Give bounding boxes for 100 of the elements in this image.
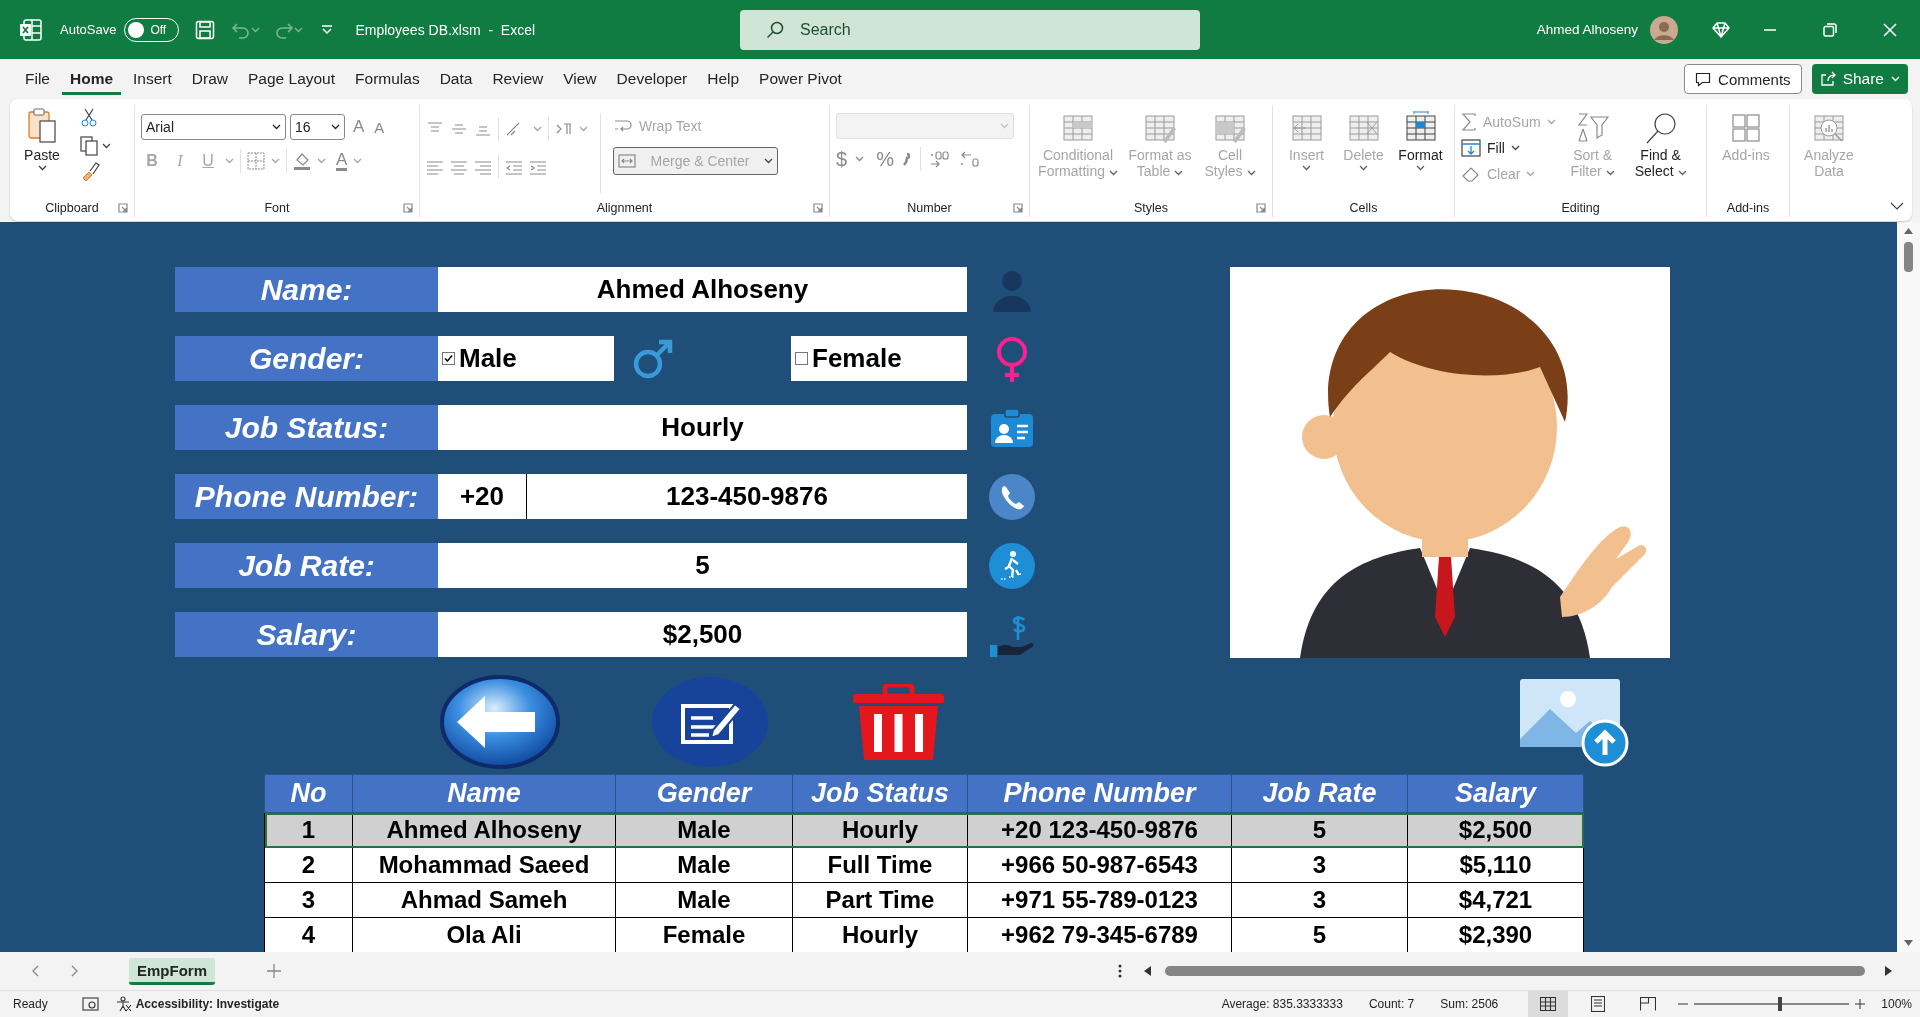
chevron-down-icon bbox=[251, 26, 261, 33]
search-field[interactable]: Search bbox=[740, 9, 1200, 50]
scroll-down-icon[interactable] bbox=[1904, 940, 1913, 946]
decrease-decimal-icon[interactable] bbox=[958, 150, 981, 168]
format-painter-icon[interactable] bbox=[80, 161, 100, 181]
menu-tab[interactable]: Data bbox=[431, 63, 481, 95]
phone-code-value[interactable]: +20 bbox=[438, 474, 527, 519]
menu-tab[interactable]: Insert bbox=[125, 63, 180, 95]
table-cell: Full Time bbox=[792, 847, 968, 883]
text-direction-icon[interactable] bbox=[555, 121, 573, 137]
menu-tab[interactable]: Home bbox=[62, 63, 122, 95]
phone-number-value[interactable]: 123-450-9876 bbox=[527, 474, 967, 519]
page-layout-icon[interactable] bbox=[1591, 996, 1606, 1012]
search-input[interactable]: Search bbox=[798, 19, 1182, 40]
menu-tab[interactable]: Power Pivot bbox=[751, 63, 850, 95]
menu-tab[interactable]: Help bbox=[699, 63, 748, 95]
field-value[interactable]: Ahmed Alhoseny bbox=[438, 267, 967, 312]
menu-tab[interactable]: Review bbox=[484, 63, 552, 95]
more-options-icon[interactable] bbox=[1118, 964, 1122, 978]
scroll-left-icon[interactable] bbox=[1144, 966, 1151, 976]
paste-button[interactable]: Paste bbox=[16, 105, 68, 173]
accessibility-icon[interactable] bbox=[115, 996, 132, 1012]
sum-summary: Sum: 2506 bbox=[1440, 997, 1499, 1011]
chevron-down-icon bbox=[272, 124, 281, 130]
checkbox[interactable] bbox=[442, 352, 455, 365]
scroll-up-icon[interactable] bbox=[1904, 228, 1913, 234]
column-header: Job Status bbox=[792, 774, 968, 813]
sheet-tab[interactable]: EmpForm bbox=[129, 957, 215, 985]
next-sheet-icon[interactable] bbox=[71, 965, 79, 977]
format-cells-button[interactable]: Format bbox=[1393, 109, 1448, 173]
accessibility-status[interactable]: Accessibility: Investigate bbox=[135, 997, 280, 1011]
group-label: Add-ins bbox=[1726, 201, 1770, 215]
currency-button[interactable]: $ bbox=[836, 147, 848, 171]
table-cell: 2 bbox=[264, 847, 353, 883]
field-value[interactable]: Hourly bbox=[438, 405, 967, 450]
dialog-launcher-icon[interactable] bbox=[403, 203, 413, 213]
dialog-launcher-icon[interactable] bbox=[1013, 203, 1023, 213]
chevron-down-icon bbox=[1108, 170, 1118, 176]
table-row[interactable]: 2 Mohammad Saeed Male Full Time +966 50-987-6543 3 $5,110 bbox=[264, 847, 1584, 883]
increase-indent-icon[interactable] bbox=[529, 159, 547, 175]
share-button[interactable]: Share bbox=[1811, 64, 1908, 94]
avatar[interactable] bbox=[1650, 15, 1678, 44]
upload-image-button[interactable] bbox=[1518, 676, 1631, 767]
add-sheet-icon[interactable] bbox=[267, 964, 281, 978]
checkbox[interactable] bbox=[795, 352, 808, 365]
macro-record-icon[interactable] bbox=[81, 997, 100, 1011]
scroll-right-icon[interactable] bbox=[1885, 966, 1892, 976]
page-break-icon[interactable] bbox=[1640, 997, 1657, 1011]
save-icon[interactable] bbox=[195, 19, 216, 40]
dialog-launcher-icon[interactable] bbox=[1256, 203, 1266, 213]
chevron-down-icon bbox=[764, 158, 773, 164]
cut-icon[interactable] bbox=[80, 108, 98, 128]
diamond-icon[interactable] bbox=[1712, 21, 1730, 38]
edit-record-button[interactable] bbox=[651, 675, 769, 768]
scrollbar-thumb[interactable] bbox=[1904, 242, 1913, 272]
customize-toolbar-icon[interactable] bbox=[321, 23, 334, 36]
restore-icon[interactable] bbox=[1823, 22, 1837, 37]
font-name-field[interactable]: Arial bbox=[141, 114, 286, 140]
menu-tab[interactable]: Formulas bbox=[347, 63, 428, 95]
menu-tab[interactable]: File bbox=[17, 63, 58, 95]
fill-button[interactable]: Fill bbox=[1461, 135, 1556, 161]
slider-thumb[interactable] bbox=[1777, 997, 1782, 1011]
number-format-field[interactable] bbox=[836, 113, 1014, 139]
dialog-launcher-icon[interactable] bbox=[118, 203, 128, 213]
back-arrow-button[interactable] bbox=[439, 673, 561, 770]
dialog-launcher-icon[interactable] bbox=[813, 203, 823, 213]
table-row[interactable]: 3 Ahmad Sameh Male Part Time +971 55-789-0123 3 $4,721 bbox=[264, 882, 1584, 918]
percent-button[interactable]: % bbox=[876, 147, 894, 171]
column-header: No bbox=[264, 774, 353, 813]
close-icon[interactable] bbox=[1883, 22, 1897, 37]
field-value[interactable]: $2,500 bbox=[438, 612, 967, 657]
menu-tab[interactable]: Draw bbox=[183, 63, 236, 95]
menu-tab[interactable]: View bbox=[555, 63, 605, 95]
normal-view-icon[interactable] bbox=[1540, 997, 1557, 1011]
menu-tab[interactable]: Developer bbox=[608, 63, 696, 95]
column-header: Job Rate bbox=[1231, 774, 1408, 813]
fill-color-icon[interactable] bbox=[293, 152, 311, 170]
collapse-ribbon-icon[interactable] bbox=[1890, 202, 1904, 210]
shrink-font-button[interactable]: A bbox=[374, 118, 385, 136]
increase-decimal-icon[interactable] bbox=[928, 150, 951, 168]
table-row[interactable]: 1 Ahmed Alhoseny Male Hourly +20 123-450-9876 5 $2,500 bbox=[264, 812, 1584, 848]
excel-logo-icon[interactable] bbox=[20, 18, 42, 41]
borders-icon[interactable] bbox=[247, 152, 265, 170]
delete-trash-button[interactable] bbox=[851, 683, 946, 760]
decrease-indent-icon[interactable] bbox=[505, 159, 523, 175]
group-label: Editing bbox=[1561, 201, 1600, 215]
find-select-button[interactable]: Find & Select bbox=[1629, 109, 1692, 181]
comments-button[interactable]: Comments bbox=[1684, 64, 1802, 94]
chevron-down-icon bbox=[102, 143, 111, 149]
font-size-field[interactable]: 16 bbox=[290, 114, 345, 140]
zoom-in-icon[interactable] bbox=[1855, 999, 1866, 1009]
previous-sheet-icon[interactable] bbox=[31, 965, 39, 977]
comment-icon bbox=[1695, 71, 1712, 87]
horizontal-scrollbar-thumb[interactable] bbox=[1165, 966, 1865, 976]
copy-icon[interactable] bbox=[80, 136, 98, 156]
field-value[interactable]: 5 bbox=[438, 543, 967, 588]
table-row[interactable]: 4 Ola Ali Female Hourly +962 79-345-6789 5 $2,390 bbox=[264, 917, 1584, 953]
menu-tab[interactable]: Page Layout bbox=[240, 63, 344, 95]
chevron-down-icon bbox=[1891, 76, 1900, 82]
comma-style-icon[interactable] bbox=[901, 151, 912, 167]
